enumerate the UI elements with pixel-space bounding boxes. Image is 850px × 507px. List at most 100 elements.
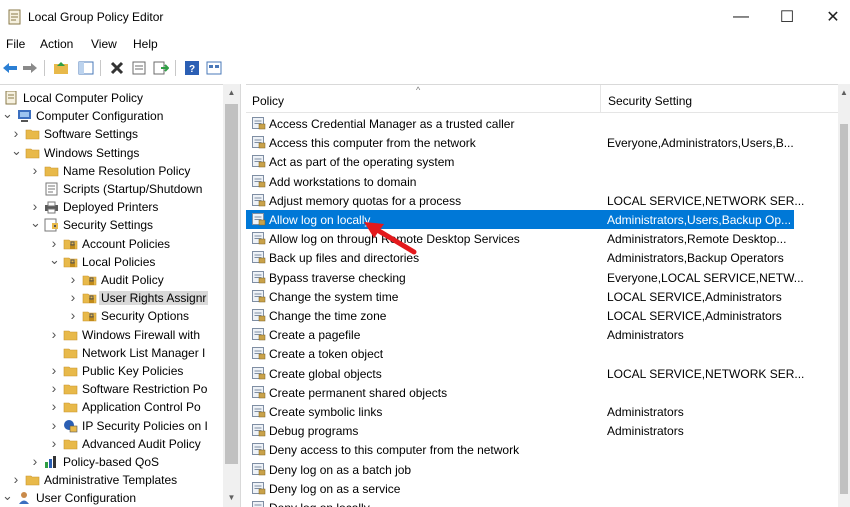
back-arrow-icon[interactable] — [1, 59, 19, 77]
column-header-policy[interactable]: Policy — [252, 94, 284, 108]
policy-row[interactable]: Create a pagefile Administrators — [246, 325, 794, 344]
scroll-down-arrow-icon[interactable]: ▼ — [223, 489, 240, 507]
policy-setting-icon — [252, 481, 266, 495]
chevron-down-icon[interactable]: ⌄ — [2, 107, 13, 122]
security-setting-value: Administrators,Users,Backup Op... — [607, 213, 792, 227]
window-title: Local Group Policy Editor — [28, 10, 164, 24]
tree-item[interactable]: ⌄ User Configuration — [0, 489, 223, 507]
minimize-button[interactable]: — — [718, 0, 764, 34]
delete-icon[interactable] — [108, 59, 126, 77]
policy-row[interactable]: Access this computer from the network Eve… — [246, 133, 794, 152]
policy-row[interactable]: Debug programs Administrators — [246, 421, 794, 440]
policy-row[interactable]: Allow log on locally Administrators,Users… — [246, 210, 794, 229]
tree-item[interactable]: › Name Resolution Policy — [0, 162, 223, 180]
policy-row[interactable]: Deny log on locally — [246, 498, 794, 507]
show-hide-tree-icon[interactable] — [77, 59, 95, 77]
chevron-right-icon[interactable]: › — [68, 272, 78, 286]
policy-row[interactable]: Deny log on as a batch job — [246, 460, 794, 479]
menu-action[interactable]: Action — [40, 37, 73, 51]
tree-item[interactable]: › IP Security Policies on I — [0, 417, 223, 435]
chevron-right-icon[interactable]: › — [49, 399, 59, 413]
tree-item[interactable]: Network List Manager I — [0, 344, 223, 362]
policy-row[interactable]: Create global objects LOCAL SERVICE,NETWO… — [246, 364, 804, 383]
tree-item[interactable]: › Security Options — [0, 307, 223, 325]
chevron-right-icon[interactable]: › — [30, 163, 40, 177]
console-tree[interactable]: Local Computer Policy ⌄ Computer Configura… — [0, 84, 241, 507]
policy-row[interactable]: Create a token object — [246, 344, 794, 363]
list-scroll-thumb[interactable] — [840, 124, 848, 494]
chevron-down-icon[interactable]: ⌄ — [30, 216, 41, 231]
tree-scroll-thumb[interactable] — [225, 104, 238, 464]
tree-item[interactable]: › Software Restriction Po — [0, 380, 223, 398]
tree-item[interactable]: › Administrative Templates — [0, 471, 223, 489]
column-header-security-setting[interactable]: Security Setting — [608, 94, 692, 108]
export-list-icon[interactable] — [152, 59, 170, 77]
close-button[interactable]: ✕ — [810, 0, 850, 34]
maximize-button[interactable]: ☐ — [764, 0, 810, 34]
chevron-right-icon[interactable]: › — [49, 381, 59, 395]
tree-scrollbar[interactable]: ▲ ▼ — [223, 84, 240, 507]
policy-row[interactable]: Access Credential Manager as a trusted c… — [246, 114, 794, 133]
policy-row[interactable]: Allow log on through Remote Desktop Serv… — [246, 229, 794, 248]
user-icon — [17, 491, 32, 505]
policy-row[interactable]: Deny access to this computer from the ne… — [246, 440, 794, 459]
chevron-down-icon[interactable]: ⌄ — [11, 144, 22, 159]
chevron-right-icon[interactable]: › — [49, 363, 59, 377]
list-scroll-up-arrow-icon[interactable]: ▲ — [838, 84, 850, 102]
list-header: ^ Policy Security Setting — [246, 85, 838, 113]
tree-item[interactable]: Local Computer Policy — [0, 89, 223, 107]
tree-item[interactable]: › Audit Policy — [0, 271, 223, 289]
policy-list[interactable]: ^ Policy Security Setting Access Credent… — [246, 84, 850, 507]
policy-row[interactable]: Add workstations to domain — [246, 172, 794, 191]
scroll-up-arrow-icon[interactable]: ▲ — [223, 84, 240, 102]
chevron-right-icon[interactable]: › — [49, 436, 59, 450]
console-view-icon[interactable] — [205, 59, 223, 77]
chevron-right-icon[interactable]: › — [11, 472, 21, 486]
tree-item[interactable]: › Public Key Policies — [0, 362, 223, 380]
menu-view[interactable]: View — [91, 37, 117, 51]
tree-item[interactable]: ⌄ Security Settings — [0, 216, 223, 234]
forward-arrow-icon[interactable] — [21, 59, 39, 77]
tree-item[interactable]: › Advanced Audit Policy — [0, 435, 223, 453]
chevron-right-icon[interactable]: › — [30, 454, 40, 468]
policy-row[interactable]: Deny log on as a service — [246, 479, 794, 498]
menu-help[interactable]: Help — [133, 37, 158, 51]
policy-row[interactable]: Change the time zone LOCAL SERVICE,Admini… — [246, 306, 794, 325]
tree-item[interactable]: ⌄ Local Policies — [0, 253, 223, 271]
tree-item[interactable]: › User Rights Assignr — [0, 289, 223, 307]
policy-row[interactable]: Act as part of the operating system — [246, 152, 794, 171]
tree-item[interactable]: › Software Settings — [0, 125, 223, 143]
folder-icon — [63, 346, 78, 360]
tree-item-label: User Configuration — [36, 491, 137, 506]
chevron-right-icon[interactable]: › — [68, 290, 78, 304]
menu-file[interactable]: File — [6, 37, 25, 51]
chevron-right-icon[interactable]: › — [49, 327, 59, 341]
chevron-right-icon[interactable]: › — [49, 418, 59, 432]
tree-item[interactable]: › Windows Firewall with — [0, 326, 223, 344]
tree-item[interactable]: › Account Policies — [0, 235, 223, 253]
chevron-right-icon[interactable]: › — [49, 236, 59, 250]
policy-row[interactable]: Bypass traverse checking Everyone,LOCAL S… — [246, 268, 804, 287]
tree-item[interactable]: ⌄ Windows Settings — [0, 144, 223, 162]
tree-item[interactable]: Scripts (Startup/Shutdown — [0, 180, 223, 198]
column-divider[interactable] — [600, 85, 601, 113]
chevron-right-icon[interactable]: › — [30, 199, 40, 213]
chevron-right-icon[interactable]: › — [11, 126, 21, 140]
help-icon[interactable]: ? — [183, 59, 201, 77]
list-scrollbar[interactable]: ▲ — [838, 84, 850, 507]
up-folder-icon[interactable] — [52, 59, 70, 77]
chevron-down-icon[interactable]: ⌄ — [49, 253, 60, 268]
policy-row[interactable]: Create symbolic links Administrators — [246, 402, 794, 421]
chevron-down-icon[interactable]: ⌄ — [2, 489, 13, 504]
properties-icon[interactable] — [130, 59, 148, 77]
policy-row[interactable]: Create permanent shared objects — [246, 383, 794, 402]
chevron-right-icon[interactable]: › — [68, 308, 78, 322]
policy-row[interactable]: Back up files and directories Administrat… — [246, 248, 794, 267]
policy-row[interactable]: Change the system time LOCAL SERVICE,Admi… — [246, 287, 794, 306]
tree-item[interactable]: › Deployed Printers — [0, 198, 223, 216]
tree-item[interactable]: › Application Control Po — [0, 398, 223, 416]
policy-row[interactable]: Adjust memory quotas for a process LOCAL … — [246, 191, 804, 210]
security-setting-value: LOCAL SERVICE,NETWORK SER... — [607, 193, 805, 208]
tree-item[interactable]: ⌄ Computer Configuration — [0, 107, 223, 125]
tree-item[interactable]: › Policy-based QoS — [0, 453, 223, 471]
